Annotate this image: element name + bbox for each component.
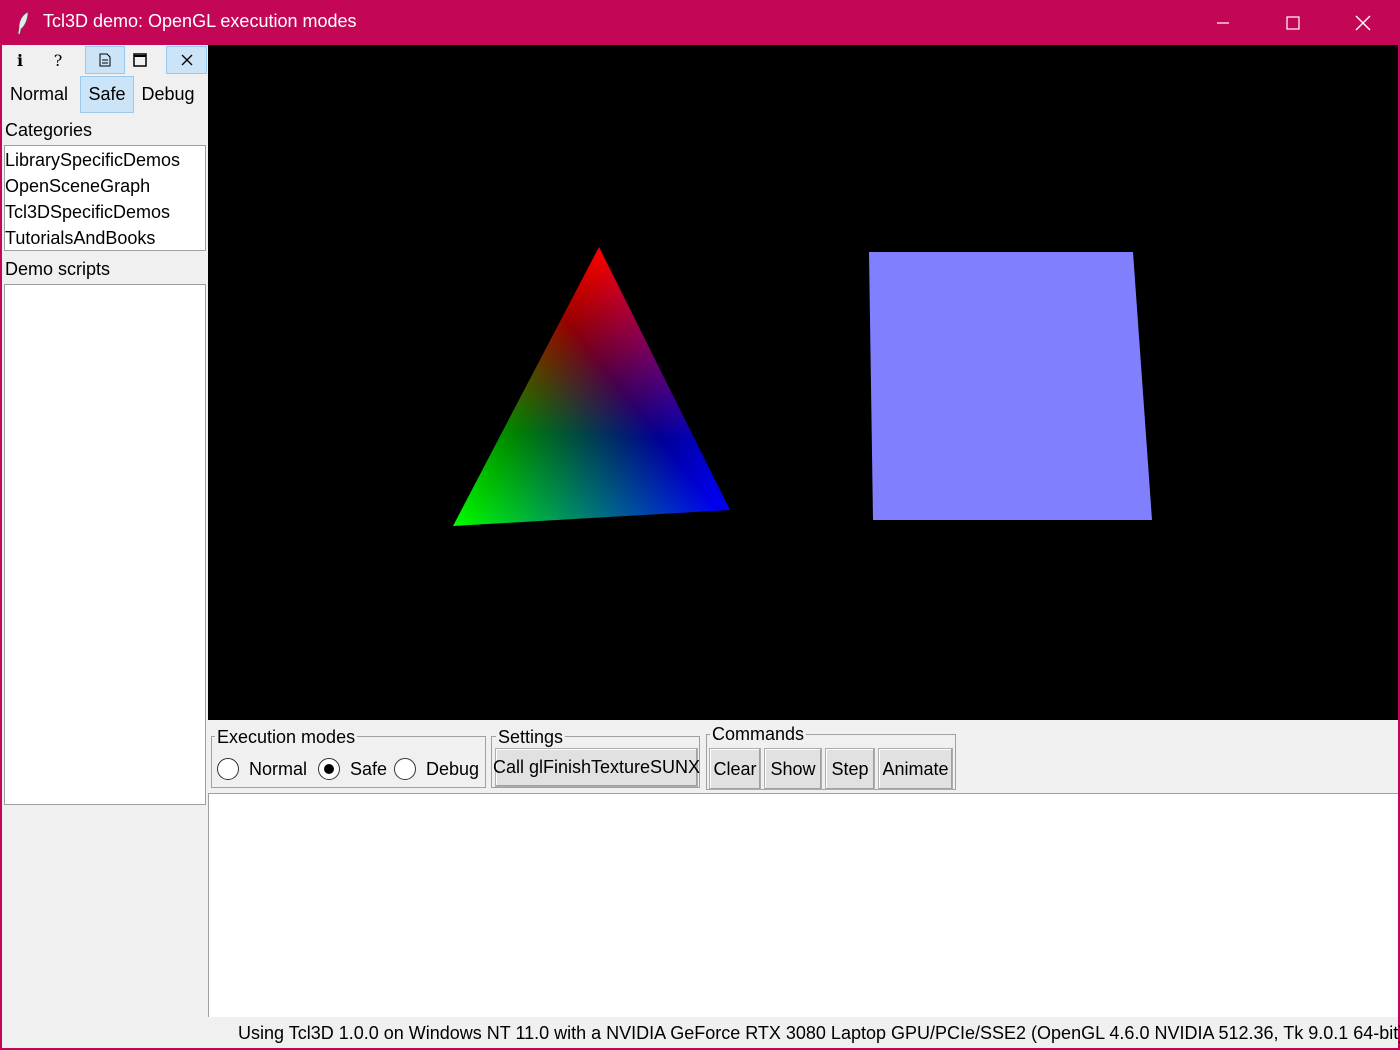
window-icon [133, 53, 147, 67]
demo-scripts-label: Demo scripts [5, 259, 111, 279]
show-label: Show [770, 758, 816, 779]
opengl-canvas[interactable] [208, 45, 1398, 720]
document-button[interactable] [85, 46, 125, 74]
mode-normal-label: Normal [9, 84, 68, 104]
mode-safe-label: Safe [88, 84, 126, 104]
mode-debug-button[interactable]: Debug [136, 76, 200, 113]
mode-safe-button[interactable]: Safe [80, 76, 134, 113]
help-icon: ? [53, 50, 63, 70]
radio-selected-dot [324, 764, 334, 774]
show-button[interactable]: Show [764, 748, 822, 790]
glfinish-texture-button[interactable]: Call glFinishTextureSUNX [492, 748, 701, 787]
radio-normal[interactable] [217, 758, 239, 780]
window-button[interactable] [120, 46, 160, 74]
commands-title: Commands [710, 724, 807, 745]
close-icon [1355, 15, 1371, 30]
status-bar: Using Tcl3D 1.0.0 on Windows NT 11.0 wit… [238, 1023, 1400, 1043]
blue-quad [869, 252, 1152, 520]
glfinish-texture-label: Call glFinishTextureSUNX [492, 757, 701, 777]
info-icon: i [16, 50, 24, 70]
animate-label: Animate [882, 758, 949, 779]
feather-icon [17, 11, 29, 35]
radio-debug[interactable] [394, 758, 416, 780]
list-item[interactable]: OpenSceneGraph [5, 176, 150, 197]
execution-modes-title: Execution modes [215, 727, 358, 748]
clear-button[interactable]: Clear [709, 748, 761, 790]
settings-title: Settings [496, 727, 566, 748]
radio-normal-label: Normal [249, 759, 308, 779]
close-button[interactable] [1328, 0, 1398, 45]
mode-debug-label: Debug [141, 84, 195, 104]
document-icon [99, 53, 111, 67]
close-icon [181, 54, 192, 66]
animate-button[interactable]: Animate [878, 748, 953, 790]
window-title: Tcl3D demo: OpenGL execution modes [43, 11, 357, 31]
maximize-icon [1286, 15, 1300, 30]
help-button[interactable]: ? [38, 46, 78, 74]
mode-normal-button[interactable]: Normal [4, 76, 74, 113]
minimize-button[interactable] [1188, 0, 1258, 45]
list-item[interactable]: Tcl3DSpecificDemos [5, 202, 170, 223]
demo-scripts-list[interactable] [4, 284, 206, 805]
info-button[interactable]: i [0, 46, 40, 74]
title-bar[interactable]: Tcl3D demo: OpenGL execution modes [0, 0, 1400, 45]
step-button[interactable]: Step [825, 748, 875, 790]
clear-label: Clear [713, 758, 757, 779]
window-frame-left [0, 45, 2, 1050]
list-item[interactable]: LibrarySpecificDemos [5, 150, 180, 171]
step-label: Step [831, 758, 869, 779]
categories-label: Categories [5, 120, 93, 140]
scene [453, 247, 1152, 526]
radio-debug-label: Debug [426, 759, 480, 779]
maximize-button[interactable] [1258, 0, 1328, 45]
list-item[interactable]: TutorialsAndBooks [5, 228, 155, 249]
radio-safe-label: Safe [350, 759, 388, 779]
color-triangle [453, 247, 730, 526]
console-output[interactable] [208, 793, 1398, 1017]
minimize-icon [1217, 21, 1229, 24]
exit-button[interactable] [166, 46, 207, 74]
radio-safe[interactable] [318, 758, 340, 780]
